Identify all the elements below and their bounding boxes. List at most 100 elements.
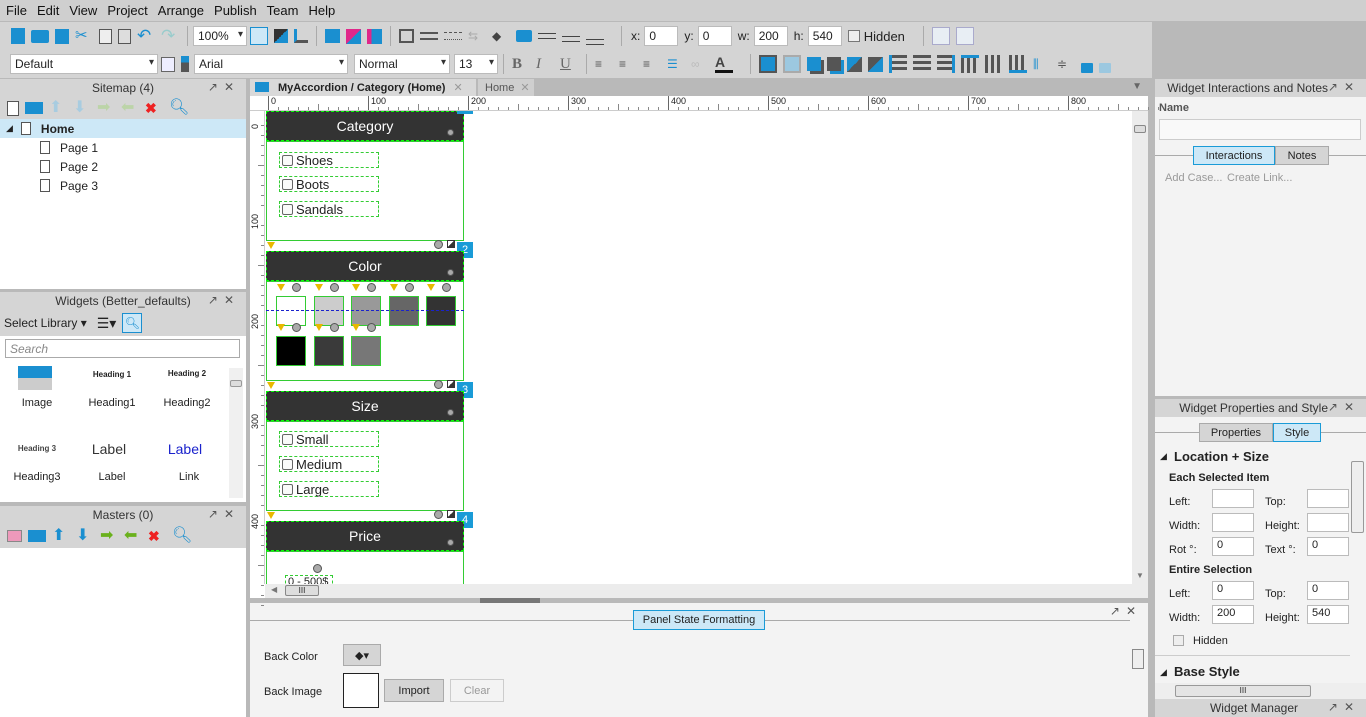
link-preview[interactable]: Label xyxy=(150,441,220,457)
save-icon[interactable] xyxy=(55,28,69,44)
format-painter-icon[interactable] xyxy=(161,56,175,72)
new-page-icon[interactable] xyxy=(11,28,25,44)
scroll-thumb[interactable]: III xyxy=(285,585,319,596)
add-to-master-icon[interactable] xyxy=(931,27,950,45)
sitemap-item-home[interactable]: ◢ Home xyxy=(0,119,246,138)
resize-handle[interactable] xyxy=(447,380,455,388)
search-icon[interactable]: 🔍︎ xyxy=(172,527,192,545)
canvas-vertical-scrollbar[interactable]: ▼ xyxy=(1132,111,1148,584)
align-left-icon[interactable]: ≡ xyxy=(595,55,613,73)
handle-dot[interactable] xyxy=(313,564,322,573)
align-right-icon[interactable]: ≡ xyxy=(643,55,661,73)
align-tops-icon[interactable] xyxy=(961,55,979,73)
close-tab-icon[interactable]: ✕ xyxy=(520,81,529,94)
accordion-header-price[interactable]: Price xyxy=(266,521,464,551)
checkbox-medium[interactable]: Medium xyxy=(279,456,379,472)
italic-icon[interactable]: I xyxy=(536,55,554,73)
resize-handle[interactable] xyxy=(447,240,455,248)
unlock-icon[interactable] xyxy=(1099,63,1111,73)
handle-dot[interactable] xyxy=(292,283,301,292)
color-swatch[interactable] xyxy=(313,336,344,366)
link-icon[interactable]: ∞ xyxy=(691,55,709,73)
scroll-thumb[interactable] xyxy=(230,380,242,387)
canvas-horizontal-scrollbar[interactable]: ◀ III xyxy=(265,584,1148,598)
font-color-icon[interactable]: A xyxy=(715,55,733,73)
handle-dot[interactable] xyxy=(442,283,451,292)
color-swatch[interactable] xyxy=(313,296,344,326)
tabs-dropdown-icon[interactable]: ▼ xyxy=(1132,81,1142,92)
share-icon[interactable] xyxy=(346,28,361,44)
move-up-icon[interactable]: ⬆ xyxy=(49,99,67,117)
menu-publish[interactable]: Publish xyxy=(214,3,257,18)
send-back-icon[interactable] xyxy=(827,57,841,71)
each-height-input[interactable] xyxy=(1307,513,1349,532)
tab-myaccordion[interactable]: MyAccordion / Category (Home) ✕ xyxy=(250,79,476,96)
align-bottoms-icon[interactable] xyxy=(1009,55,1027,73)
cut-icon[interactable]: ✂ xyxy=(75,27,93,45)
lock-icon[interactable] xyxy=(1081,63,1093,73)
expand-icon[interactable]: ◢ xyxy=(6,123,13,134)
widget-heading3[interactable]: Heading3 xyxy=(2,471,72,483)
checkbox-box[interactable] xyxy=(282,458,293,470)
bring-front-icon[interactable] xyxy=(807,57,821,71)
hidden-checkbox[interactable] xyxy=(1173,635,1184,646)
scroll-thumb[interactable] xyxy=(1132,649,1144,669)
align-center-icon[interactable]: ≡ xyxy=(619,55,637,73)
widget-link[interactable]: Link xyxy=(154,471,224,483)
handle-dot[interactable] xyxy=(447,129,454,136)
brush-icon[interactable] xyxy=(181,56,189,72)
redo-icon[interactable]: ↷ xyxy=(161,27,179,45)
sitemap-item-page-3[interactable]: Page 3 xyxy=(0,176,246,195)
handle-dot[interactable] xyxy=(292,323,301,332)
copy-icon[interactable] xyxy=(99,28,112,44)
rotation-input[interactable]: 0 xyxy=(1212,537,1254,556)
add-case-link[interactable]: Add Case... xyxy=(1165,172,1222,184)
x-input[interactable]: 0 xyxy=(644,26,679,46)
panel-pop-close-icons[interactable]: ↗✕ xyxy=(1328,80,1360,94)
panel-scrollbar[interactable] xyxy=(1130,635,1146,715)
align-rights-icon[interactable] xyxy=(937,55,955,73)
scroll-down-icon[interactable]: ▼ xyxy=(1136,571,1144,580)
align-bottom-text-icon[interactable] xyxy=(586,39,604,45)
widgets-search-input[interactable]: Search xyxy=(5,339,240,358)
color-swatch[interactable] xyxy=(276,296,306,326)
underline-icon[interactable]: U xyxy=(560,55,578,73)
collapse-icon[interactable]: ◢ xyxy=(1160,451,1167,462)
tab-notes[interactable]: Notes xyxy=(1275,146,1329,165)
handle-dot[interactable] xyxy=(434,380,443,389)
image-widget-preview[interactable] xyxy=(18,366,52,390)
color-swatch[interactable] xyxy=(351,336,381,366)
accordion-header-color[interactable]: Color xyxy=(266,251,464,281)
each-top-input[interactable] xyxy=(1307,489,1349,508)
text-rotation-input[interactable]: 0 xyxy=(1307,537,1349,556)
move-down-icon[interactable]: ⬇ xyxy=(73,99,91,117)
h-input[interactable]: 540 xyxy=(807,26,842,46)
panel-pop-close-icons[interactable]: ↗✕ xyxy=(1110,604,1142,618)
widget-heading2[interactable]: Heading2 xyxy=(152,397,222,409)
panel-pop-close-icons[interactable]: ↗✕ xyxy=(208,80,240,94)
distribute-vertical-icon[interactable]: ≑ xyxy=(1057,55,1075,73)
publish-icon[interactable] xyxy=(367,28,382,44)
handle-dot[interactable] xyxy=(447,269,454,276)
heading1-preview[interactable]: Heading 1 xyxy=(77,370,147,379)
close-tab-icon[interactable]: ✕ xyxy=(453,81,462,94)
preview-icon[interactable] xyxy=(325,29,340,43)
distribute-horizontal-icon[interactable]: ⫼ xyxy=(1033,55,1051,73)
send-backward-icon[interactable] xyxy=(868,56,883,72)
menu-arrange[interactable]: Arrange xyxy=(158,3,204,18)
entire-left-input[interactable]: 0 xyxy=(1212,581,1254,600)
hidden-checkbox[interactable] xyxy=(847,30,860,42)
bullet-list-icon[interactable]: ☰ xyxy=(667,55,685,73)
y-input[interactable]: 0 xyxy=(697,26,732,46)
zoom-select[interactable]: 100% xyxy=(193,26,247,46)
panel-pop-close-icons[interactable]: ↗✕ xyxy=(1328,400,1360,414)
handle-dot[interactable] xyxy=(329,283,339,292)
move-up-icon[interactable]: ⬆ xyxy=(52,527,70,545)
scroll-thumb[interactable] xyxy=(1351,461,1364,533)
line-style-icon[interactable] xyxy=(444,32,462,40)
search-icon[interactable]: 🔍︎ xyxy=(169,99,189,117)
style-select[interactable]: Default xyxy=(10,54,158,74)
add-page-icon[interactable] xyxy=(7,100,19,116)
menu-help[interactable]: Help xyxy=(308,3,335,18)
accordion-header-size[interactable]: Size xyxy=(266,391,464,421)
